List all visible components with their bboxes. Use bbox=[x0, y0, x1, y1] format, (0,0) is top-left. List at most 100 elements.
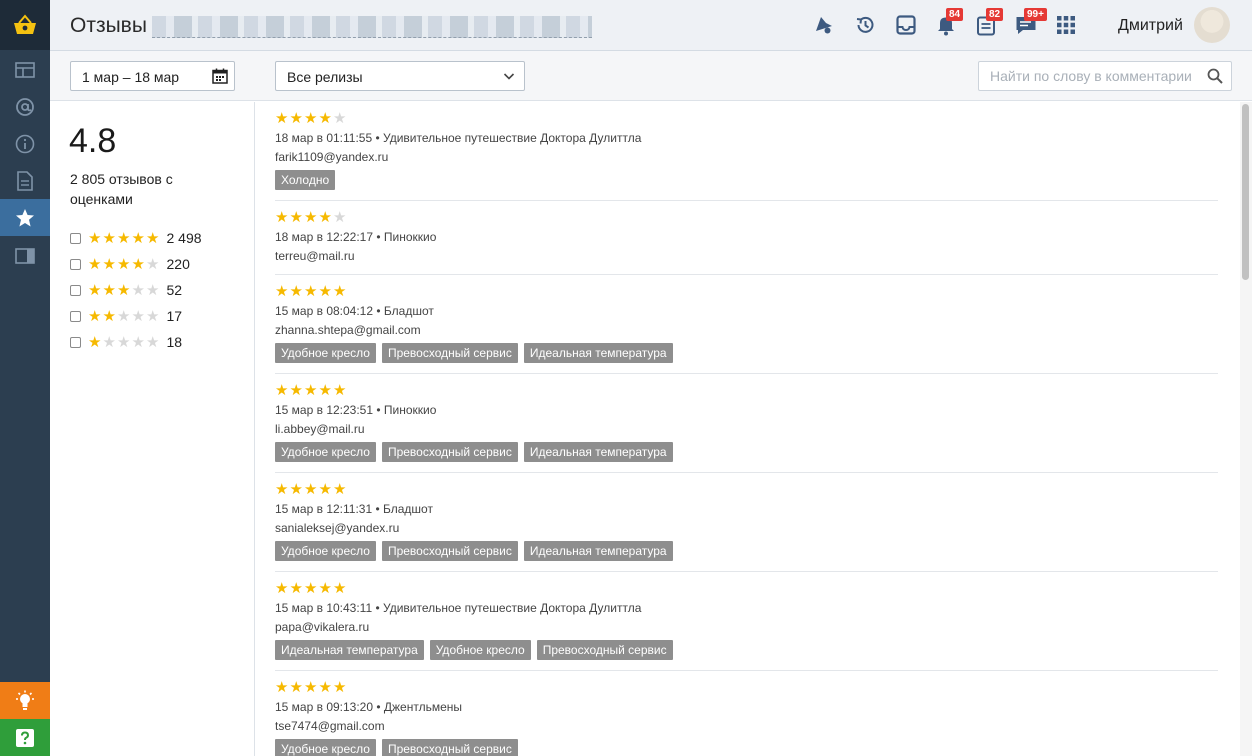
sidebar-item-reviews[interactable] bbox=[0, 199, 50, 236]
apps-grid-icon bbox=[1057, 16, 1075, 34]
star-filled-icon: ★ bbox=[88, 255, 102, 273]
comment-search bbox=[978, 61, 1232, 91]
review-author: tse7474@gmail.com bbox=[275, 719, 385, 733]
review-meta: 15 мар в 12:11:31 • Бладшот bbox=[275, 502, 433, 516]
user-name[interactable]: Дмитрий bbox=[1118, 17, 1183, 35]
inbox-button[interactable] bbox=[894, 13, 918, 37]
rating-filter-2[interactable]: ★ ★ ★ ★ ★ 17 bbox=[70, 306, 182, 326]
rating-filter-4[interactable]: ★ ★ ★ ★ ★ 220 bbox=[70, 254, 190, 274]
rating-filter-5[interactable]: ★ ★ ★ ★ ★ 2 498 bbox=[70, 228, 202, 248]
sidebar-item-ideas[interactable] bbox=[0, 682, 50, 719]
star-filled-icon: ★ bbox=[333, 580, 347, 597]
rating-filter-3[interactable]: ★ ★ ★ ★ ★ 52 bbox=[70, 280, 182, 300]
star-filled-icon: ★ bbox=[146, 229, 160, 247]
sidebar-item-dashboard[interactable] bbox=[0, 51, 50, 88]
document-icon bbox=[17, 170, 33, 191]
review-tag: Удобное кресло bbox=[275, 739, 376, 756]
star-empty-icon: ★ bbox=[146, 281, 160, 299]
review-item: ★ ★ ★ ★ ★ 15 мар в 10:43:11 • Удивительное пу… bbox=[275, 572, 1218, 671]
date-range-value: 1 мар – 18 мар bbox=[82, 69, 180, 85]
page-title: Отзывы bbox=[70, 14, 147, 37]
basket-icon bbox=[14, 14, 36, 34]
star-filled-icon: ★ bbox=[304, 580, 318, 597]
star-filled-icon: ★ bbox=[289, 209, 303, 226]
app-logo[interactable] bbox=[0, 0, 50, 50]
review-author: farik1109@yandex.ru bbox=[275, 150, 389, 164]
rating-filter-checkbox[interactable] bbox=[70, 258, 81, 270]
review-tag: Превосходный сервис bbox=[381, 442, 518, 462]
review-tag: Удобное кресло bbox=[429, 640, 531, 660]
scrollbar-thumb[interactable] bbox=[1242, 104, 1249, 280]
rating-filter-stars: ★ ★ ★ ★ ★ bbox=[88, 335, 161, 350]
review-item: ★ ★ ★ ★ ★ 18 мар в 12:22:17 • Пиноккио terreu@… bbox=[275, 201, 1218, 275]
review-rating: ★ ★ ★ ★ ★ bbox=[275, 210, 348, 225]
review-tag: Идеальная температура bbox=[275, 640, 424, 660]
review-author: terreu@mail.ru bbox=[275, 249, 355, 263]
rating-filter-stars: ★ ★ ★ ★ ★ bbox=[88, 283, 161, 298]
review-meta: 15 мар в 08:04:12 • Бладшот bbox=[275, 304, 434, 318]
rating-filter-stars: ★ ★ ★ ★ ★ bbox=[88, 257, 161, 272]
search-input[interactable] bbox=[979, 62, 1199, 90]
star-filled-icon: ★ bbox=[318, 481, 332, 498]
review-tags: Удобное кресло Превосходный сервис Идеальн… bbox=[275, 343, 679, 363]
rocket-icon bbox=[816, 17, 832, 34]
star-filled-icon: ★ bbox=[88, 229, 102, 247]
date-range-picker[interactable]: 1 мар – 18 мар bbox=[70, 61, 235, 91]
star-empty-icon: ★ bbox=[117, 307, 131, 325]
sidebar-item-panel[interactable] bbox=[0, 237, 50, 274]
cinema-selector-redacted[interactable] bbox=[152, 16, 592, 38]
star-filled-icon: ★ bbox=[333, 382, 347, 399]
history-button[interactable] bbox=[853, 13, 877, 37]
inbox-icon bbox=[896, 15, 916, 35]
search-icon[interactable] bbox=[1207, 68, 1223, 84]
rating-filter-count: 220 bbox=[166, 256, 190, 272]
average-rating: 4.8 bbox=[69, 122, 117, 160]
star-filled-icon: ★ bbox=[289, 283, 303, 300]
scrollbar[interactable] bbox=[1240, 102, 1252, 756]
star-filled-icon: ★ bbox=[304, 481, 318, 498]
star-filled-icon: ★ bbox=[117, 281, 131, 299]
rating-filter-1[interactable]: ★ ★ ★ ★ ★ 18 bbox=[70, 332, 182, 352]
star-filled-icon: ★ bbox=[304, 382, 318, 399]
star-empty-icon: ★ bbox=[117, 333, 131, 351]
tasks-button[interactable]: 82 bbox=[974, 8, 1004, 37]
sidebar-item-documents[interactable] bbox=[0, 162, 50, 199]
help-icon bbox=[16, 728, 34, 747]
rating-filter-checkbox[interactable] bbox=[70, 336, 81, 348]
rating-filter-count: 52 bbox=[166, 282, 183, 298]
release-select[interactable]: Все релизы bbox=[275, 61, 525, 91]
star-empty-icon: ★ bbox=[131, 281, 145, 299]
rating-filter-checkbox[interactable] bbox=[70, 284, 81, 296]
review-item: ★ ★ ★ ★ ★ 15 мар в 08:04:12 • Бладшот zhanna.s… bbox=[275, 275, 1218, 374]
star-filled-icon: ★ bbox=[289, 580, 303, 597]
review-author: zhanna.shtepa@gmail.com bbox=[275, 323, 421, 337]
star-filled-icon: ★ bbox=[275, 382, 289, 399]
messages-button[interactable]: 99+ bbox=[1014, 8, 1047, 37]
review-meta: 15 мар в 09:13:20 • Джентльмены bbox=[275, 700, 463, 714]
review-rating: ★ ★ ★ ★ ★ bbox=[275, 284, 348, 299]
star-filled-icon: ★ bbox=[318, 382, 332, 399]
sidebar-item-mail[interactable] bbox=[0, 88, 50, 125]
sidebar-item-help[interactable] bbox=[0, 719, 50, 756]
history-icon bbox=[856, 16, 874, 33]
review-tag: Удобное кресло bbox=[275, 541, 376, 561]
star-filled-icon: ★ bbox=[318, 679, 332, 696]
rating-filter-count: 17 bbox=[166, 308, 183, 324]
star-filled-icon: ★ bbox=[318, 283, 332, 300]
filter-bar: 1 мар – 18 мар Все релизы bbox=[50, 51, 1252, 101]
apps-button[interactable] bbox=[1054, 13, 1078, 37]
rating-filter-checkbox[interactable] bbox=[70, 310, 81, 322]
rating-filter-checkbox[interactable] bbox=[70, 232, 81, 244]
review-tags: Холодно bbox=[275, 170, 341, 190]
review-tag: Идеальная температура bbox=[523, 442, 673, 462]
review-tags: Удобное кресло Превосходный сервис Идеальн… bbox=[275, 442, 679, 462]
promo-button[interactable] bbox=[811, 13, 835, 37]
star-empty-icon: ★ bbox=[146, 255, 160, 273]
star-filled-icon: ★ bbox=[333, 283, 347, 300]
notifications-button[interactable]: 84 bbox=[934, 8, 964, 37]
sidebar-item-info[interactable] bbox=[0, 125, 50, 162]
star-filled-icon: ★ bbox=[333, 679, 347, 696]
star-filled-icon: ★ bbox=[289, 110, 303, 127]
rating-filter-stars: ★ ★ ★ ★ ★ bbox=[88, 231, 161, 246]
avatar[interactable] bbox=[1194, 7, 1230, 43]
